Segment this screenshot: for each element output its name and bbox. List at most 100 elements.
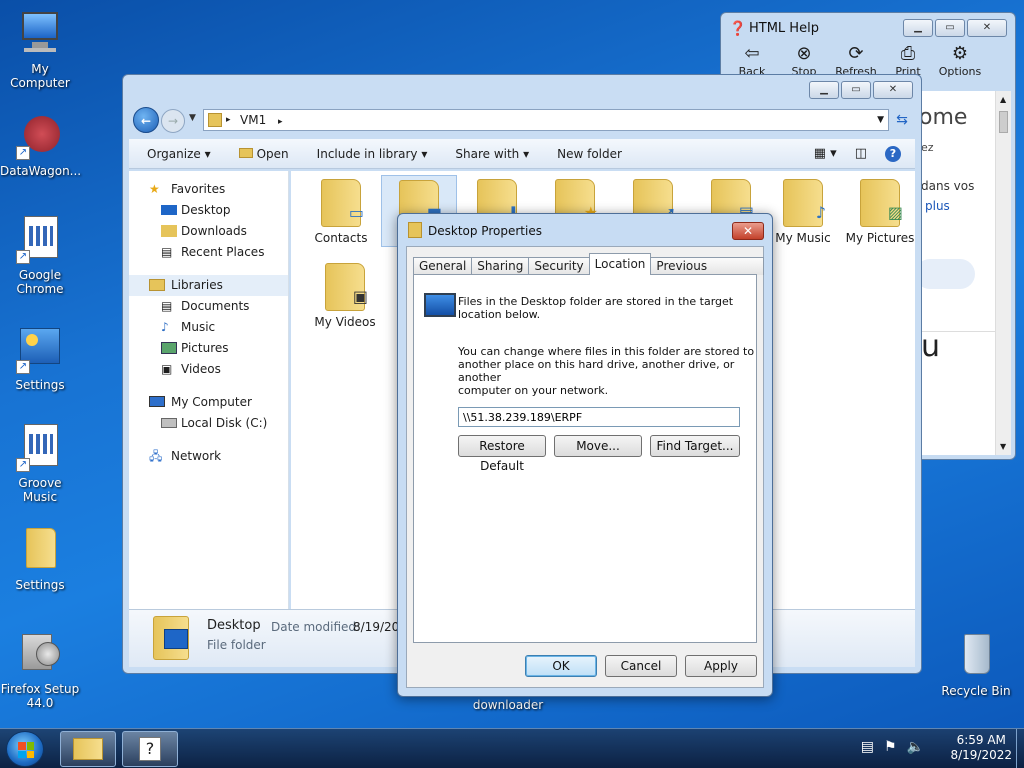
shortcut-arrow-icon: ↗	[16, 250, 30, 264]
ok-button[interactable]: OK	[525, 655, 597, 677]
find-target-button[interactable]: Find Target...	[650, 435, 740, 457]
datawagon-icon: ↗	[16, 112, 64, 160]
back-button[interactable]: ←	[133, 107, 159, 133]
application-icon: ↗	[16, 216, 64, 264]
refresh-button[interactable]: ⇆	[891, 109, 913, 131]
restore-default-button[interactable]: Restore Default	[458, 435, 546, 473]
action-center-icon[interactable]: ⚑	[884, 739, 897, 755]
nav-favorites[interactable]: ★ Favorites	[129, 179, 288, 200]
taskbar-explorer-button[interactable]	[60, 731, 116, 767]
maximize-button[interactable]: ▭	[935, 19, 965, 37]
desktop-icon-recycle-bin[interactable]: Recycle Bin	[936, 632, 1016, 698]
nav-videos[interactable]: ▣ Videos	[129, 359, 288, 380]
volume-icon[interactable]: 🔈	[907, 739, 924, 755]
move-button[interactable]: Move...	[554, 435, 642, 457]
desktop-icon-groove-music[interactable]: ↗ Groove Music	[0, 424, 80, 504]
desktop-icon-label: downloader	[472, 698, 544, 712]
pictures-icon	[161, 342, 177, 354]
desktop-icon-label: Groove Music	[18, 476, 62, 504]
address-row: ← → ▼ ▸ VM1 ▸ ▼ ⇆	[129, 105, 915, 135]
tab-sharing[interactable]: Sharing	[471, 257, 530, 275]
contact-card-icon: ▭	[348, 203, 364, 222]
desktop-icon-my-computer[interactable]: My Computer	[0, 10, 80, 90]
minimize-button[interactable]: ▁	[903, 19, 933, 37]
drive-icon	[161, 418, 177, 428]
installer-icon	[16, 630, 64, 678]
breadcrumb-vm1[interactable]: VM1	[240, 113, 266, 127]
folder-icon	[238, 147, 253, 158]
dialog-tabs: General Sharing Security Location Previo…	[413, 253, 764, 290]
tab-general[interactable]: General	[413, 257, 473, 275]
show-desktop-button[interactable]	[1016, 729, 1024, 768]
new-folder-button[interactable]: New folder	[557, 147, 622, 161]
desktop-icon-google-chrome[interactable]: ↗ Google Chrome	[0, 216, 80, 296]
desktop-icon-firefox-setup[interactable]: Firefox Setup 44.0	[0, 630, 80, 710]
desktop-icon-settings-folder[interactable]: Settings	[0, 526, 80, 592]
help-scrollbar[interactable]: ▲ ▼	[995, 91, 1011, 455]
stop-icon: ⊗	[796, 43, 812, 64]
desktop-icon	[424, 293, 456, 317]
network-status-icon[interactable]: ▤	[861, 739, 874, 755]
forward-button[interactable]: →	[161, 109, 185, 133]
help-link[interactable]: plus	[925, 199, 950, 213]
taskbar: ? ▤ ⚑ 🔈 6:59 AM 8/19/2022	[0, 728, 1024, 768]
videos-icon: ▣	[161, 362, 173, 376]
dialog-close-button[interactable]: ✕	[732, 222, 764, 240]
desktop-icon-datawagon[interactable]: ↗ DataWagon...	[0, 112, 81, 178]
folder-icon	[73, 738, 103, 760]
share-with-button[interactable]: Share with ▾	[455, 147, 529, 161]
preview-pane-icon[interactable]: ◫	[855, 146, 867, 161]
folder-icon	[208, 113, 222, 127]
organize-button[interactable]: Organize ▾	[147, 147, 211, 161]
desktop-icon-settings[interactable]: ↗ Settings	[0, 326, 80, 392]
nav-documents[interactable]: ▤ Documents	[129, 296, 288, 317]
desktop-icon-downloader[interactable]: downloader	[468, 698, 548, 712]
desktop-properties-dialog[interactable]: Desktop Properties ✕ General Sharing Sec…	[397, 213, 773, 697]
details-name: Desktop	[207, 618, 261, 633]
folder-contacts[interactable]: ▭ Contacts	[303, 175, 379, 245]
nav-network[interactable]: 🖧 Network	[129, 446, 288, 467]
taskbar-help-button[interactable]: ?	[122, 731, 178, 767]
desktop-folder-icon	[153, 616, 189, 660]
location-path-input[interactable]	[458, 407, 740, 427]
folder-icon	[16, 526, 64, 574]
recent-pages-dropdown[interactable]: ▼	[189, 113, 196, 123]
help-options-button[interactable]: ⚙ Options	[937, 43, 983, 87]
nav-libraries[interactable]: Libraries	[129, 275, 288, 296]
tab-location[interactable]: Location	[588, 253, 652, 275]
nav-desktop[interactable]: Desktop	[129, 200, 288, 221]
shortcut-arrow-icon: ↗	[16, 458, 30, 472]
cancel-button[interactable]: Cancel	[605, 655, 677, 677]
command-bar: Organize ▾ Open Include in library ▾ Sha…	[129, 139, 915, 169]
clock-time: 6:59 AM	[956, 733, 1006, 747]
nav-recent-places[interactable]: ▤ Recent Places	[129, 242, 288, 263]
nav-music[interactable]: ♪ Music	[129, 317, 288, 338]
view-options-icon[interactable]: ▦ ▾	[814, 146, 837, 161]
folder-my-pictures[interactable]: ▨ My Pictures	[835, 175, 925, 245]
film-icon: ▣	[352, 287, 368, 306]
breadcrumb-arrow-icon: ▸	[226, 115, 231, 125]
close-button[interactable]: ✕	[967, 19, 1007, 37]
clock[interactable]: 6:59 AM 8/19/2022	[950, 733, 1012, 763]
computer-icon	[16, 10, 64, 58]
apply-button[interactable]: Apply	[685, 655, 757, 677]
close-button[interactable]: ✕	[873, 81, 913, 99]
folder-my-videos[interactable]: ▣ My Videos	[307, 259, 383, 329]
nav-downloads[interactable]: Downloads	[129, 221, 288, 242]
start-button[interactable]	[6, 731, 44, 767]
refresh-icon: ⟳	[848, 43, 864, 64]
maximize-button[interactable]: ▭	[841, 81, 871, 99]
open-button[interactable]: Open	[238, 147, 289, 161]
address-bar[interactable]: ▸ VM1 ▸ ▼	[203, 109, 889, 131]
folder-my-music[interactable]: ♪ My Music	[765, 175, 841, 245]
nav-local-disk[interactable]: Local Disk (C:)	[129, 413, 288, 434]
nav-pictures[interactable]: Pictures	[129, 338, 288, 359]
help-button-icon[interactable]: ?	[885, 145, 901, 162]
documents-icon: ▤	[161, 299, 173, 313]
tab-previous-versions[interactable]: Previous Versions	[650, 257, 764, 290]
address-dropdown-icon[interactable]: ▼	[877, 110, 884, 130]
nav-my-computer[interactable]: My Computer	[129, 392, 288, 413]
minimize-button[interactable]: ▁	[809, 81, 839, 99]
include-in-library-button[interactable]: Include in library ▾	[317, 147, 428, 161]
tab-security[interactable]: Security	[528, 257, 590, 275]
